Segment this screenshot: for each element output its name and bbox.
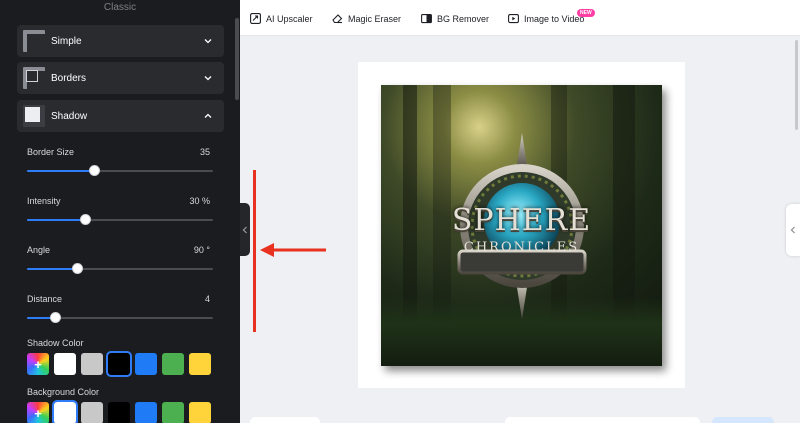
- slider-label: Distance: [27, 294, 63, 304]
- color-swatch[interactable]: [135, 402, 157, 423]
- bg-remover-button[interactable]: BG Remover: [421, 13, 489, 24]
- color-swatch[interactable]: [162, 402, 184, 423]
- section-borders[interactable]: Borders: [17, 62, 224, 94]
- slider-label: Intensity: [27, 196, 61, 206]
- slider-value: 90 °: [193, 245, 210, 255]
- slider-handle[interactable]: [49, 312, 61, 323]
- slider-value: 4: [204, 294, 210, 304]
- tool-label: Image to Video: [524, 13, 585, 24]
- borders-frame-icon: [23, 67, 45, 89]
- color-swatch[interactable]: [106, 351, 132, 377]
- color-swatch[interactable]: [81, 353, 103, 375]
- slider-track[interactable]: [27, 312, 213, 323]
- slider-track[interactable]: [27, 263, 213, 274]
- color-swatch[interactable]: [189, 402, 211, 423]
- color-swatch[interactable]: [162, 353, 184, 375]
- artwork-subtitle: CHRONICLES: [463, 240, 580, 255]
- slider-label: Angle: [27, 245, 51, 255]
- section-label: Simple: [51, 35, 82, 47]
- collapse-panel-button[interactable]: [240, 203, 250, 256]
- color-picker-icon[interactable]: +: [27, 353, 49, 375]
- top-toolbar: AI Upscaler Magic Eraser BG Remover Imag…: [240, 0, 800, 36]
- magic-eraser-button[interactable]: Magic Eraser: [332, 13, 401, 24]
- shadow-color-label: Shadow Color: [27, 338, 84, 348]
- artwork-image[interactable]: SPHERE CHRONICLES: [381, 85, 662, 366]
- bottom-control[interactable]: [505, 417, 700, 423]
- shadow-frame-icon: [23, 105, 45, 127]
- color-swatch[interactable]: [108, 402, 130, 423]
- bottom-control[interactable]: [712, 417, 774, 423]
- section-label: Shadow: [51, 110, 88, 122]
- chevron-left-icon: [790, 226, 795, 234]
- tool-label: BG Remover: [437, 13, 490, 24]
- slider-handle[interactable]: [88, 165, 100, 176]
- color-swatch[interactable]: [81, 402, 103, 423]
- settings-panel: Classic Simple Borders Shadow Border Siz…: [0, 0, 240, 423]
- color-swatch[interactable]: [54, 353, 76, 375]
- slider-handle[interactable]: [72, 263, 84, 274]
- bottom-control[interactable]: [250, 417, 320, 423]
- image-to-video-button[interactable]: Image to Video NEW: [508, 9, 595, 24]
- canvas-scrollbar[interactable]: [795, 40, 798, 130]
- color-swatch[interactable]: [135, 353, 157, 375]
- new-badge: NEW: [577, 9, 595, 17]
- chevron-down-icon: [204, 74, 212, 82]
- background-color-swatches: +: [27, 400, 211, 423]
- section-label: Borders: [51, 72, 87, 84]
- bg-remover-icon: [421, 14, 432, 24]
- chevron-left-icon: [242, 226, 247, 233]
- panel-scrollbar[interactable]: [235, 18, 239, 100]
- arrow-left-icon: [260, 243, 326, 257]
- slider-value: 30 %: [189, 196, 210, 206]
- slider-handle[interactable]: [79, 214, 91, 225]
- chevron-down-icon: [204, 37, 212, 45]
- annotation-line: [253, 170, 256, 332]
- simple-frame-icon: [23, 30, 45, 52]
- eraser-icon: [332, 14, 343, 24]
- shadow-color-swatches: +: [27, 351, 211, 377]
- tool-label: Magic Eraser: [348, 13, 402, 24]
- slider-value: 35: [199, 147, 210, 157]
- slider-label: Border Size: [27, 147, 75, 157]
- section-shadow[interactable]: Shadow: [17, 100, 224, 132]
- color-swatch[interactable]: [189, 353, 211, 375]
- upscale-icon: [250, 13, 261, 24]
- tool-label: AI Upscaler: [266, 13, 313, 24]
- color-picker-icon[interactable]: +: [27, 402, 49, 423]
- color-swatch[interactable]: [52, 400, 78, 423]
- chevron-up-icon: [204, 112, 212, 120]
- panel-header: Classic: [103, 2, 137, 13]
- video-icon: [508, 14, 519, 24]
- section-simple[interactable]: Simple: [17, 25, 224, 57]
- slider-track[interactable]: [27, 214, 213, 225]
- background-color-label: Background Color: [27, 387, 100, 397]
- slider-track[interactable]: [27, 165, 213, 176]
- expand-right-panel-button[interactable]: [786, 204, 800, 256]
- ai-upscaler-button[interactable]: AI Upscaler: [250, 13, 313, 24]
- artwork-title: SPHERE: [451, 203, 592, 238]
